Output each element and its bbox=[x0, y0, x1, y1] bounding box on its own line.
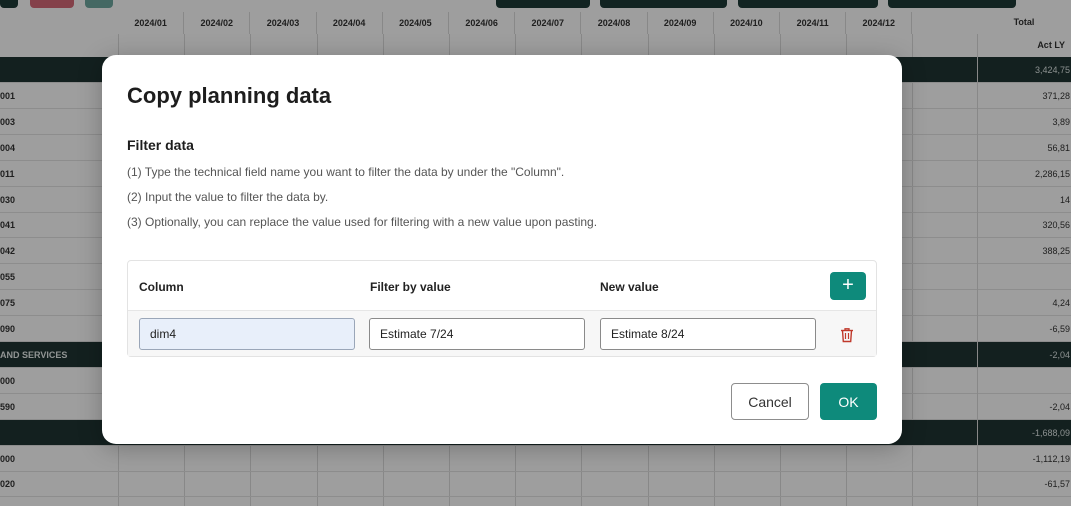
filter-table: Column Filter by value New value + bbox=[127, 260, 877, 357]
cancel-button[interactable]: Cancel bbox=[731, 383, 809, 420]
column-header: Column bbox=[139, 280, 184, 294]
plus-icon: + bbox=[842, 274, 854, 296]
ok-button[interactable]: OK bbox=[820, 383, 877, 420]
new-value-input[interactable] bbox=[600, 318, 816, 350]
instruction-line: (3) Optionally, you can replace the valu… bbox=[127, 215, 598, 229]
copy-planning-data-dialog: Copy planning data Filter data (1) Type … bbox=[102, 55, 902, 444]
dialog-title: Copy planning data bbox=[127, 83, 332, 108]
filter-row bbox=[128, 311, 876, 356]
filter-data-heading: Filter data bbox=[127, 137, 194, 153]
column-input[interactable] bbox=[139, 318, 355, 350]
filter-by-value-input[interactable] bbox=[369, 318, 585, 350]
filter-by-value-header: Filter by value bbox=[370, 280, 451, 294]
add-row-button[interactable]: + bbox=[830, 272, 866, 300]
trash-icon[interactable] bbox=[840, 327, 854, 343]
instruction-line: (1) Type the technical field name you wa… bbox=[127, 165, 565, 179]
new-value-header: New value bbox=[600, 280, 659, 294]
instruction-line: (2) Input the value to filter the data b… bbox=[127, 190, 329, 204]
